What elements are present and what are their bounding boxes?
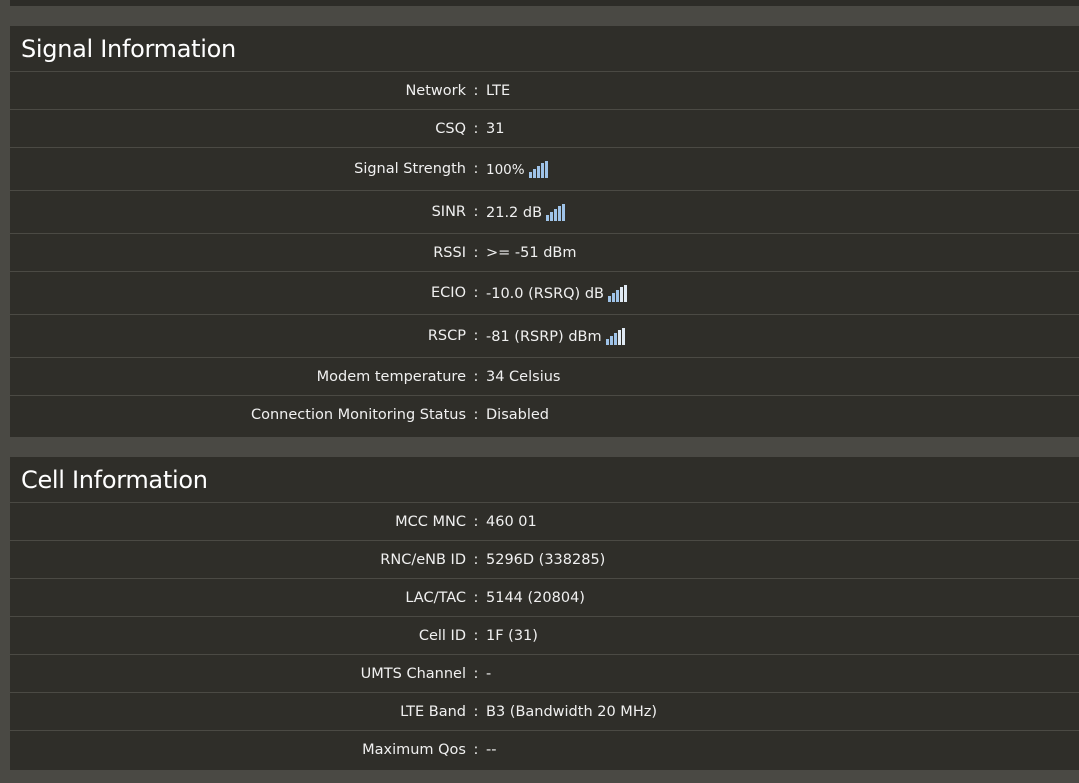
row-label: Network xyxy=(405,82,466,99)
row-value: >= -51 dBm xyxy=(486,244,577,261)
row-label: CSQ xyxy=(435,120,466,137)
row-separator: : xyxy=(473,627,479,644)
lte-band-row: LTE Band : B3 (Bandwidth 20 MHz) xyxy=(10,693,1079,731)
row-label: ECIO xyxy=(431,285,466,301)
row-separator: : xyxy=(473,665,479,682)
row-label: Connection Monitoring Status xyxy=(250,407,466,423)
row-value: 5296D (338285) xyxy=(486,551,606,568)
row-separator: : xyxy=(473,589,479,606)
previous-panel-edge xyxy=(10,0,1079,6)
signal-information-panel: Signal Information Network : LTE CSQ : 3… xyxy=(10,26,1079,437)
row-label: RSCP xyxy=(427,328,466,344)
row-label: RNC/eNB ID xyxy=(380,551,466,568)
row-value: B3 (Bandwidth 20 MHz) xyxy=(486,703,657,720)
row-separator: : xyxy=(473,161,479,177)
signal-bars-icon xyxy=(605,327,625,345)
row-separator: : xyxy=(473,204,479,220)
row-value: 5144 (20804) xyxy=(486,589,585,606)
row-label: MCC MNC xyxy=(395,513,466,530)
row-label: SINR xyxy=(431,204,466,220)
signal-bars-icon xyxy=(546,203,566,221)
csq-row: CSQ : 31 xyxy=(10,110,1079,148)
ecio-row: ECIO : -10.0 (RSRQ) dB xyxy=(10,272,1079,315)
signal-strength-row: Signal Strength : 100% xyxy=(10,148,1079,191)
row-separator: : xyxy=(473,742,479,758)
row-separator: : xyxy=(473,368,479,385)
row-value: 31 xyxy=(486,120,505,137)
row-value: -- xyxy=(486,742,497,758)
modem-temperature-row: Modem temperature : 34 Celsius xyxy=(10,358,1079,396)
signal-bars-icon xyxy=(607,284,627,302)
row-value: 21.2 dB xyxy=(486,203,566,221)
row-value: -81 (RSRP) dBm xyxy=(486,327,626,345)
cell-information-panel: Cell Information MCC MNC : 460 01 RNC/eN… xyxy=(10,457,1079,770)
row-separator: : xyxy=(473,244,479,261)
row-label: UMTS Channel xyxy=(360,665,466,682)
row-separator: : xyxy=(473,551,479,568)
row-label: Signal Strength xyxy=(354,161,466,177)
rnc-enb-id-row: RNC/eNB ID : 5296D (338285) xyxy=(10,541,1079,579)
signal-information-title: Signal Information xyxy=(10,26,1079,72)
row-separator: : xyxy=(473,703,479,720)
connection-monitoring-row: Connection Monitoring Status : Disabled xyxy=(10,396,1079,434)
rscp-row: RSCP : -81 (RSRP) dBm xyxy=(10,315,1079,358)
cell-id-row: Cell ID : 1F (31) xyxy=(10,617,1079,655)
signal-bars-icon xyxy=(528,160,548,178)
row-value: Disabled xyxy=(486,407,549,423)
row-value: LTE xyxy=(486,82,511,99)
row-label: LTE Band xyxy=(400,703,466,720)
sinr-row: SINR : 21.2 dB xyxy=(10,191,1079,234)
row-label: Modem temperature xyxy=(316,368,466,385)
row-separator: : xyxy=(473,513,479,530)
row-separator: : xyxy=(473,82,479,99)
row-label: Cell ID xyxy=(418,627,466,644)
umts-channel-row: UMTS Channel : - xyxy=(10,655,1079,693)
row-label: LAC/TAC xyxy=(405,589,466,606)
row-value: 34 Celsius xyxy=(486,368,561,385)
row-label: Maximum Qos xyxy=(362,742,466,758)
lac-tac-row: LAC/TAC : 5144 (20804) xyxy=(10,579,1079,617)
row-value: -10.0 (RSRQ) dB xyxy=(486,284,628,302)
row-separator: : xyxy=(473,120,479,137)
row-value: - xyxy=(486,665,492,682)
network-row: Network : LTE xyxy=(10,72,1079,110)
maximum-qos-row: Maximum Qos : -- xyxy=(10,731,1079,769)
row-label: RSSI xyxy=(433,244,466,261)
rssi-row: RSSI : >= -51 dBm xyxy=(10,234,1079,272)
cell-information-title: Cell Information xyxy=(10,457,1079,503)
row-separator: : xyxy=(473,285,479,301)
row-separator: : xyxy=(473,407,479,423)
row-value: 460 01 xyxy=(486,513,537,530)
row-separator: : xyxy=(473,328,479,344)
mcc-mnc-row: MCC MNC : 460 01 xyxy=(10,503,1079,541)
row-value: 100% xyxy=(486,160,549,178)
row-value: 1F (31) xyxy=(486,627,538,644)
